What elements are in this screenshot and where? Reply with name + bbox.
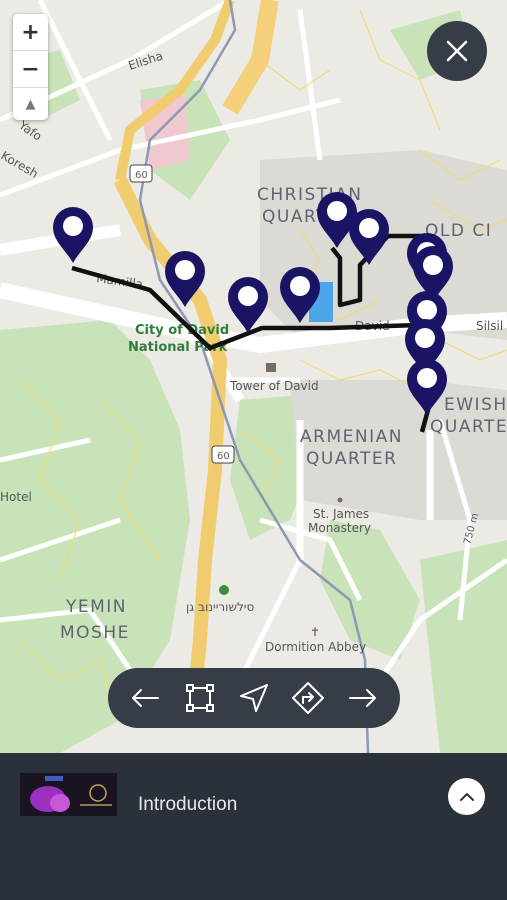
tour-stop-marker[interactable] — [53, 207, 93, 263]
zoom-controls: + − ▲ — [13, 14, 48, 120]
label-silsila: Silsil — [476, 319, 503, 333]
chevron-up-icon — [459, 792, 474, 801]
map-pin-center — [63, 216, 83, 236]
tour-stop-marker[interactable] — [228, 277, 268, 333]
close-button[interactable] — [427, 21, 487, 81]
arrow-left-icon — [132, 689, 160, 707]
stop-title[interactable]: Introduction — [138, 794, 237, 816]
label-st-james-2: Monastery — [308, 521, 371, 535]
map-pin-center — [423, 255, 443, 275]
park-tree-icon — [219, 585, 229, 595]
compass-icon[interactable]: ▲ — [13, 88, 48, 120]
map-pin-center — [417, 300, 437, 320]
label-armenian-quarter-2: QUARTER — [306, 449, 397, 469]
fit-bounds-button[interactable] — [178, 676, 222, 720]
label-yafo: Yafo — [15, 117, 44, 143]
label-route-60-mid: 60 — [217, 451, 230, 462]
label-koresh: Koresh — [0, 148, 41, 180]
arrow-right-icon — [348, 689, 376, 707]
map-pin-center — [327, 201, 347, 221]
map-canvas[interactable]: Elisha Yafo Koresh 60 60 CHRISTIAN QUART… — [0, 0, 507, 753]
map-toolbar — [108, 668, 400, 728]
map-pin-center — [238, 286, 258, 306]
my-location-button[interactable] — [232, 676, 276, 720]
dormition-cross-icon: ✝ — [310, 625, 320, 639]
expand-sheet-button[interactable] — [448, 778, 485, 815]
map-pin-center — [415, 328, 435, 348]
label-yemin-moshe-1: YEMIN — [65, 597, 127, 617]
fit-bounds-icon — [185, 684, 214, 712]
directions-button[interactable] — [286, 676, 330, 720]
label-hebrew-park: סילשוריינוב גן — [186, 600, 254, 614]
next-stop-button[interactable] — [341, 676, 385, 720]
tower-of-david-icon — [266, 363, 276, 372]
directions-icon — [292, 682, 325, 714]
label-dormition-abbey: Dormition Abbey — [265, 640, 366, 654]
label-jewish-quarter-1: EWISH — [444, 395, 507, 415]
label-armenian-quarter-1: ARMENIAN — [300, 427, 403, 447]
label-hotel: Hotel — [0, 490, 32, 504]
navigate-icon — [239, 684, 268, 712]
zoom-out-button[interactable]: − — [13, 51, 48, 88]
map-pin-center — [290, 276, 310, 296]
label-jewish-quarter-2: QUARTER — [430, 417, 507, 437]
map-view[interactable]: Elisha Yafo Koresh 60 60 CHRISTIAN QUART… — [0, 0, 507, 753]
previous-stop-button[interactable] — [123, 676, 167, 720]
st-james-icon — [337, 497, 343, 503]
label-tower-of-david: Tower of David — [229, 379, 319, 393]
close-icon — [446, 40, 468, 62]
stop-thumbnail[interactable] — [20, 773, 117, 816]
label-st-james-1: St. James — [313, 507, 369, 521]
thumbnail-image — [20, 773, 117, 816]
map-pin-center — [175, 260, 195, 280]
label-city-of-david-1: City of David — [135, 323, 229, 338]
label-route-60-top: 60 — [135, 170, 148, 181]
label-yemin-moshe-2: MOSHE — [60, 623, 130, 643]
zoom-in-button[interactable]: + — [13, 14, 48, 51]
map-pin-center — [359, 218, 379, 238]
map-pin-center — [417, 368, 437, 388]
